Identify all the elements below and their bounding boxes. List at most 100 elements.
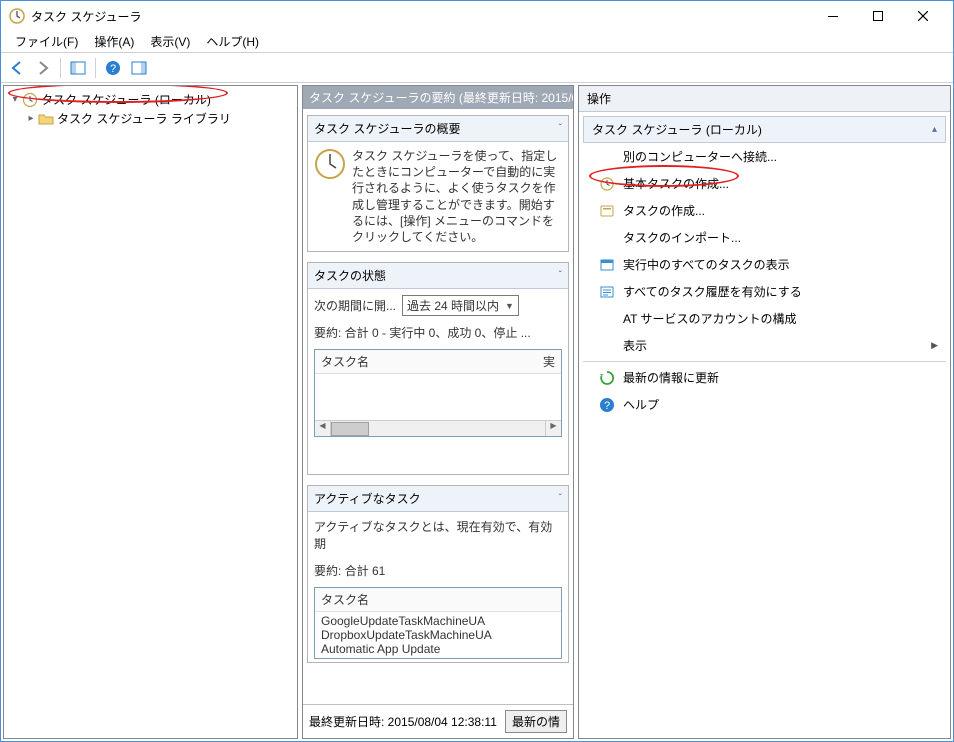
- status-title: タスクの状態: [314, 267, 386, 284]
- actions-pane-title: 操作: [579, 86, 950, 112]
- blank-icon: [599, 149, 615, 165]
- blank-icon: [599, 311, 615, 327]
- svg-text:?: ?: [110, 63, 116, 75]
- action-label: 最新の情報に更新: [623, 369, 719, 386]
- toolbar-separator: [60, 58, 61, 78]
- window-title: タスク スケジューラ: [31, 8, 810, 25]
- collapse-icon[interactable]: ˇ: [559, 493, 562, 504]
- overview-text: タスク スケジューラを使って、指定したときにコンピューターで自動的に実行されるよ…: [352, 148, 562, 245]
- back-button[interactable]: [5, 56, 29, 80]
- action-create-basic-task[interactable]: 基本タスクの作成...: [583, 170, 946, 197]
- action-label: すべてのタスク履歴を有効にする: [623, 283, 802, 300]
- running-tasks-icon: [599, 257, 615, 273]
- action-show-running-tasks[interactable]: 実行中のすべてのタスクの表示: [583, 251, 946, 278]
- action-at-service-account[interactable]: AT サービスのアカウントの構成: [583, 305, 946, 332]
- forward-button[interactable]: [31, 56, 55, 80]
- menubar: ファイル(F) 操作(A) 表示(V) ヘルプ(H): [1, 31, 953, 53]
- collapse-icon[interactable]: ▾: [8, 94, 22, 105]
- refresh-icon: [599, 370, 615, 386]
- action-label: タスクの作成...: [623, 202, 705, 219]
- action-label: ヘルプ: [623, 396, 659, 413]
- help-button[interactable]: ?: [101, 56, 125, 80]
- blank-icon: [599, 338, 615, 354]
- list-item[interactable]: Automatic App Update: [321, 642, 555, 656]
- titlebar: タスク スケジューラ: [1, 1, 953, 31]
- action-help[interactable]: ? ヘルプ: [583, 391, 946, 418]
- help-icon: ?: [599, 397, 615, 413]
- overview-title: タスク スケジューラの概要: [314, 120, 461, 137]
- tree-library-label: タスク スケジューラ ライブラリ: [57, 110, 231, 127]
- action-label: 実行中のすべてのタスクの表示: [623, 256, 790, 273]
- footer-timestamp: 最終更新日時: 2015/08/04 12:38:11: [309, 713, 497, 730]
- tree-pane: ▾ タスク スケジューラ (ローカル) ▸ タスク スケジューラ ライブラリ: [3, 85, 298, 739]
- status-period-label: 次の期間に開...: [314, 297, 396, 314]
- tree-root-node[interactable]: ▾ タスク スケジューラ (ローカル): [6, 90, 295, 109]
- list-item[interactable]: DropboxUpdateTaskMachineUA: [321, 628, 555, 642]
- task-icon: [599, 203, 615, 219]
- status-col-2: 実: [543, 353, 555, 370]
- status-summary: 要約: 合計 0 - 実行中 0、成功 0、停止 ...: [314, 324, 562, 341]
- basic-task-icon: [599, 176, 615, 192]
- status-period-dropdown[interactable]: 過去 24 時間以内 ▼: [402, 295, 519, 316]
- menu-view[interactable]: 表示(V): [142, 31, 198, 52]
- app-icon: [9, 8, 25, 24]
- h-scrollbar[interactable]: ◀ ▶: [315, 420, 561, 436]
- active-panel: アクティブなタスク ˇ アクティブなタスクとは、現在有効で、有効期 要約: 合計…: [307, 485, 569, 663]
- active-col-name: タスク名: [321, 591, 369, 608]
- action-create-task[interactable]: タスクの作成...: [583, 197, 946, 224]
- action-label: 表示: [623, 337, 647, 354]
- status-panel-header[interactable]: タスクの状態 ˇ: [308, 263, 568, 289]
- center-pane: タスク スケジューラの要約 (最終更新日時: 2015/08/04 タスク スケ…: [302, 85, 574, 739]
- menu-file[interactable]: ファイル(F): [7, 31, 86, 52]
- action-refresh[interactable]: 最新の情報に更新: [583, 364, 946, 391]
- status-col-name: タスク名: [321, 353, 543, 370]
- action-label: タスクのインポート...: [623, 229, 741, 246]
- folder-icon: [38, 111, 54, 127]
- active-title: アクティブなタスク: [314, 490, 421, 507]
- center-header: タスク スケジューラの要約 (最終更新日時: 2015/08/04: [303, 86, 573, 109]
- toolbar: ?: [1, 53, 953, 83]
- menu-action[interactable]: 操作(A): [86, 31, 142, 52]
- status-listbox[interactable]: タスク名 実 ◀ ▶: [314, 349, 562, 437]
- tree-library-node[interactable]: ▸ タスク スケジューラ ライブラリ: [6, 109, 295, 128]
- svg-text:?: ?: [604, 400, 610, 412]
- minimize-button[interactable]: [810, 1, 855, 31]
- action-import-task[interactable]: タスクのインポート...: [583, 224, 946, 251]
- active-listbox[interactable]: タスク名 GoogleUpdateTaskMachineUA DropboxUp…: [314, 587, 562, 659]
- action-label: AT サービスのアカウントの構成: [623, 310, 797, 327]
- show-hide-tree-button[interactable]: [66, 56, 90, 80]
- status-panel: タスクの状態 ˇ 次の期間に開... 過去 24 時間以内 ▼ 要約: 合計 0…: [307, 262, 569, 475]
- history-icon: [599, 284, 615, 300]
- center-body[interactable]: タスク スケジューラの概要 ˇ タスク スケジューラを使って、指定したときにコン…: [303, 109, 573, 704]
- action-label: 別のコンピューターへ接続...: [623, 148, 777, 165]
- close-button[interactable]: [900, 1, 945, 31]
- action-enable-history[interactable]: すべてのタスク履歴を有効にする: [583, 278, 946, 305]
- active-panel-header[interactable]: アクティブなタスク ˇ: [308, 486, 568, 512]
- menu-help[interactable]: ヘルプ(H): [198, 31, 267, 52]
- overview-panel-header[interactable]: タスク スケジューラの概要 ˇ: [308, 116, 568, 142]
- status-period-value: 過去 24 時間以内: [407, 297, 499, 314]
- action-view-submenu[interactable]: 表示 ▶: [583, 332, 946, 359]
- action-label: 基本タスクの作成...: [623, 175, 729, 192]
- action-connect-computer[interactable]: 別のコンピューターへ接続...: [583, 143, 946, 170]
- toolbar-separator: [95, 58, 96, 78]
- expand-icon[interactable]: ▸: [24, 113, 38, 124]
- actions-section-title: タスク スケジューラ (ローカル): [592, 121, 762, 138]
- clock-icon: [314, 148, 346, 180]
- maximize-button[interactable]: [855, 1, 900, 31]
- active-summary: 要約: 合計 61: [314, 562, 562, 579]
- collapse-icon[interactable]: ˇ: [559, 123, 562, 134]
- center-footer: 最終更新日時: 2015/08/04 12:38:11 最新の情: [303, 704, 573, 738]
- active-desc: アクティブなタスクとは、現在有効で、有効期: [314, 518, 562, 552]
- clock-icon: [22, 92, 38, 108]
- actions-body: タスク スケジューラ (ローカル) ▴ 別のコンピューターへ接続... 基本タス…: [579, 112, 950, 738]
- blank-icon: [599, 230, 615, 246]
- actions-section-header[interactable]: タスク スケジューラ (ローカル) ▴: [583, 116, 946, 143]
- list-item[interactable]: GoogleUpdateTaskMachineUA: [321, 614, 555, 628]
- overview-panel: タスク スケジューラの概要 ˇ タスク スケジューラを使って、指定したときにコン…: [307, 115, 569, 252]
- chevron-down-icon: ▼: [505, 301, 514, 311]
- collapse-icon[interactable]: ˇ: [559, 270, 562, 281]
- refresh-button[interactable]: 最新の情: [505, 710, 567, 733]
- show-action-pane-button[interactable]: [127, 56, 151, 80]
- separator: [583, 361, 946, 362]
